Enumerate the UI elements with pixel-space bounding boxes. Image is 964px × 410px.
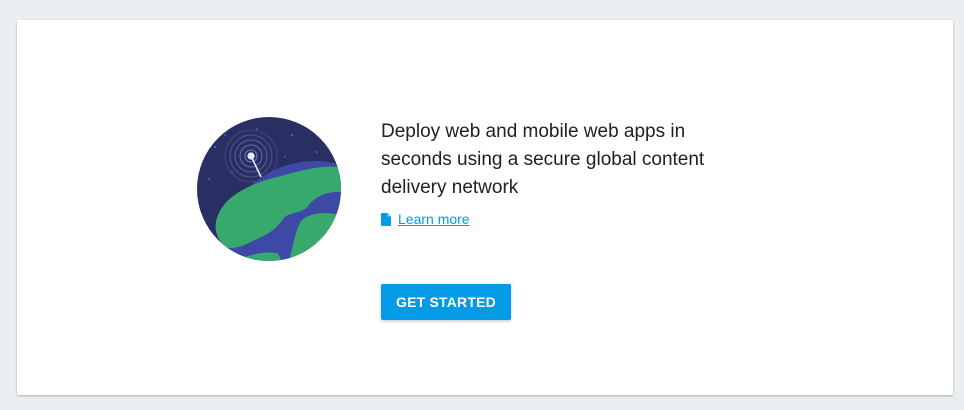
learn-more-link[interactable]: Learn more [398, 211, 470, 227]
globe-illustration [197, 117, 341, 261]
hosting-card: Deploy web and mobile web apps in second… [17, 20, 953, 395]
intro-content: Deploy web and mobile web apps in second… [381, 118, 761, 320]
learn-more-row[interactable]: Learn more [381, 210, 761, 228]
feature-description: Deploy web and mobile web apps in second… [381, 121, 705, 198]
document-icon [381, 212, 391, 226]
get-started-button[interactable]: GET STARTED [381, 284, 511, 320]
